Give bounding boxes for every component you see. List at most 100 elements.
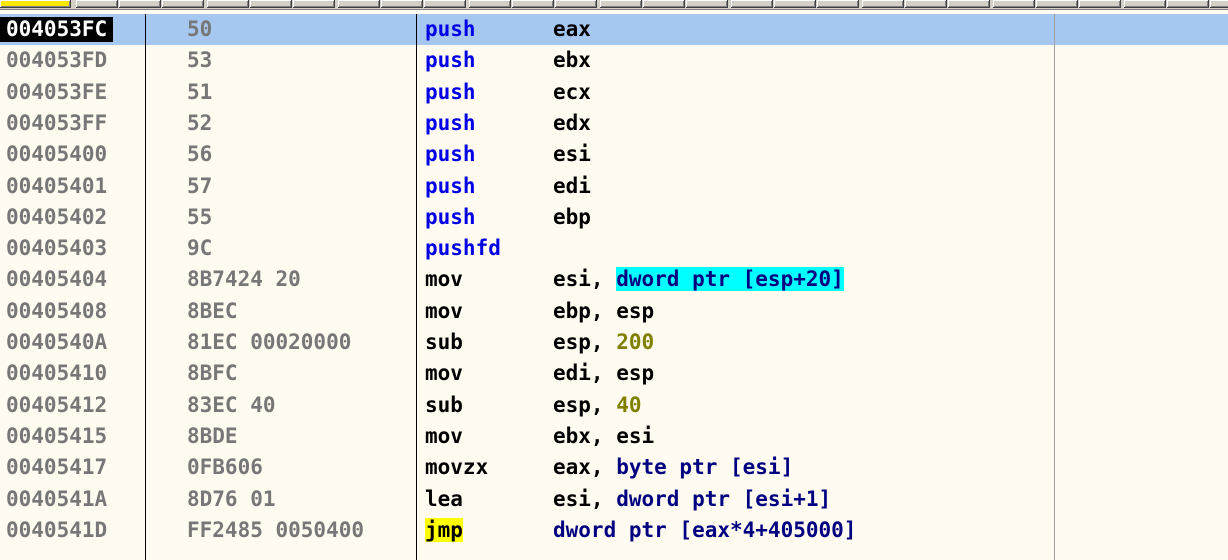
disasm-row[interactable]: 004053FD 53 push ebx (0, 45, 1228, 76)
toolbar-button[interactable] (1210, 0, 1228, 8)
toolbar-button[interactable] (686, 0, 728, 8)
disasm-row[interactable]: 00405408 8BEC mov ebp, esp (0, 296, 1228, 327)
hex-dump-cell[interactable]: 8B7424 20 (187, 264, 415, 295)
toolbar-button[interactable] (512, 0, 554, 8)
mnemonic-cell[interactable]: movzx (425, 452, 545, 483)
toolbar-button[interactable] (338, 0, 380, 8)
disasm-row[interactable]: 00405415 8BDE mov ebx, esi (0, 421, 1228, 452)
hex-dump-cell[interactable]: 51 (187, 77, 415, 108)
disasm-row[interactable]: 0040541D FF2485 0050400 jmp dword ptr [eax*… (0, 515, 1228, 546)
toolbar-button[interactable] (643, 0, 685, 8)
disasm-row[interactable]: 00405401 57 push edi (0, 171, 1228, 202)
disasm-row[interactable]: 004053FF 52 push edx (0, 108, 1228, 139)
address-cell[interactable]: 00405401 (0, 171, 145, 202)
mnemonic-cell[interactable]: jmp (425, 515, 545, 546)
hex-dump-cell[interactable]: 81EC 00020000 (187, 327, 415, 358)
toolbar-button[interactable] (905, 0, 947, 8)
address-cell[interactable]: 00405400 (0, 139, 145, 170)
hex-dump-cell[interactable]: 8BEC (187, 296, 415, 327)
mnemonic-cell[interactable]: mov (425, 421, 545, 452)
address-cell[interactable]: 0040540A (0, 327, 145, 358)
toolbar-button[interactable] (731, 0, 773, 8)
disasm-row[interactable]: 0040540A 81EC 00020000 sub esp, 200 (0, 327, 1228, 358)
address-cell[interactable]: 00405402 (0, 202, 145, 233)
disasm-row[interactable]: 004053FC 50 push eax (0, 14, 1228, 46)
toolbar-button[interactable] (76, 0, 118, 8)
mnemonic-cell[interactable]: push (425, 139, 545, 170)
toolbar-button[interactable] (250, 0, 292, 8)
hex-dump-cell[interactable]: FF2485 0050400 (187, 515, 415, 546)
operand-cell[interactable]: esp, 40 (553, 390, 1053, 421)
operand-cell[interactable]: esp, 200 (553, 327, 1053, 358)
toolbar-button[interactable] (1036, 0, 1078, 8)
mnemonic-cell[interactable]: mov (425, 358, 545, 389)
hex-dump-cell[interactable]: 8BDE (187, 421, 415, 452)
toolbar-button[interactable] (0, 0, 71, 8)
address-cell[interactable]: 0040541D (0, 515, 145, 546)
toolbar-button[interactable] (381, 0, 423, 8)
hex-dump-cell[interactable]: 52 (187, 108, 415, 139)
disasm-row[interactable]: 00405402 55 push ebp (0, 202, 1228, 233)
mnemonic-cell[interactable]: push (425, 45, 545, 76)
hex-dump-cell[interactable]: 50 (187, 14, 415, 45)
address-cell[interactable]: 00405403 (0, 233, 145, 264)
mnemonic-cell[interactable]: mov (425, 264, 545, 295)
mnemonic-cell[interactable]: sub (425, 390, 545, 421)
toolbar-button[interactable] (774, 0, 816, 8)
address-cell[interactable]: 00405410 (0, 358, 145, 389)
operand-cell[interactable]: ebx, esi (553, 421, 1053, 452)
toolbar-button[interactable] (469, 0, 511, 8)
operand-cell[interactable]: esi, dword ptr [esp+20] (553, 264, 1053, 295)
toolbar-button[interactable] (293, 0, 335, 8)
disasm-row[interactable]: 00405412 83EC 40 sub esp, 40 (0, 390, 1228, 421)
operand-cell[interactable]: edx (553, 108, 1053, 139)
operand-cell[interactable]: esi (553, 139, 1053, 170)
hex-dump-cell[interactable]: 83EC 40 (187, 390, 415, 421)
toolbar-button[interactable] (817, 0, 859, 8)
mnemonic-cell[interactable]: push (425, 77, 545, 108)
address-cell[interactable]: 004053FF (0, 108, 145, 139)
toolbar-button[interactable] (993, 0, 1035, 8)
toolbar-button[interactable] (862, 0, 904, 8)
disasm-row[interactable]: 00405403 9C pushfd (0, 233, 1228, 264)
toolbar-button[interactable] (948, 0, 990, 8)
hex-dump-cell[interactable]: 53 (187, 45, 415, 76)
hex-dump-cell[interactable]: 55 (187, 202, 415, 233)
mnemonic-cell[interactable]: push (425, 14, 545, 45)
disasm-row[interactable]: 00405404 8B7424 20 mov esi, dword ptr [esp+… (0, 264, 1228, 295)
operand-cell[interactable]: eax, byte ptr [esi] (553, 452, 1053, 483)
disassembly-pane[interactable]: 004053FC 50 push eax 004053FD 53 push ebx 004053… (0, 14, 1228, 560)
operand-cell[interactable]: esi, dword ptr [esi+1] (553, 484, 1053, 515)
toolbar-button[interactable] (119, 0, 161, 8)
address-cell[interactable]: 00405408 (0, 296, 145, 327)
toolbar-button[interactable] (424, 0, 466, 8)
mnemonic-cell[interactable]: push (425, 202, 545, 233)
address-cell[interactable]: 00405415 (0, 421, 145, 452)
address-cell[interactable]: 004053FD (0, 45, 145, 76)
operand-cell[interactable]: edi, esp (553, 358, 1053, 389)
hex-dump-cell[interactable]: 56 (187, 139, 415, 170)
operand-cell[interactable]: edi (553, 171, 1053, 202)
disasm-row[interactable]: 00405417 0FB606 movzx eax, byte ptr [esi] (0, 452, 1228, 483)
toolbar-button[interactable] (600, 0, 642, 8)
operand-cell[interactable]: ebp, esp (553, 296, 1053, 327)
operand-cell[interactable]: ecx (553, 77, 1053, 108)
mnemonic-cell[interactable]: push (425, 171, 545, 202)
disasm-row[interactable]: 004053FE 51 push ecx (0, 77, 1228, 108)
toolbar-button[interactable] (162, 0, 204, 8)
address-cell[interactable]: 00405417 (0, 452, 145, 483)
mnemonic-cell[interactable]: pushfd (425, 233, 545, 264)
operand-cell[interactable]: dword ptr [eax*4+405000] (553, 515, 1053, 546)
hex-dump-cell[interactable]: 57 (187, 171, 415, 202)
address-cell[interactable]: 004053FC (0, 14, 145, 45)
disasm-row[interactable]: 00405400 56 push esi (0, 139, 1228, 170)
toolbar-button[interactable] (555, 0, 597, 8)
address-cell[interactable]: 0040541A (0, 484, 145, 515)
toolbar-button[interactable] (1124, 0, 1166, 8)
address-cell[interactable]: 004053FE (0, 77, 145, 108)
mnemonic-cell[interactable]: mov (425, 296, 545, 327)
hex-dump-cell[interactable]: 9C (187, 233, 415, 264)
toolbar-button[interactable] (1167, 0, 1209, 8)
hex-dump-cell[interactable]: 8BFC (187, 358, 415, 389)
address-cell[interactable]: 00405404 (0, 264, 145, 295)
